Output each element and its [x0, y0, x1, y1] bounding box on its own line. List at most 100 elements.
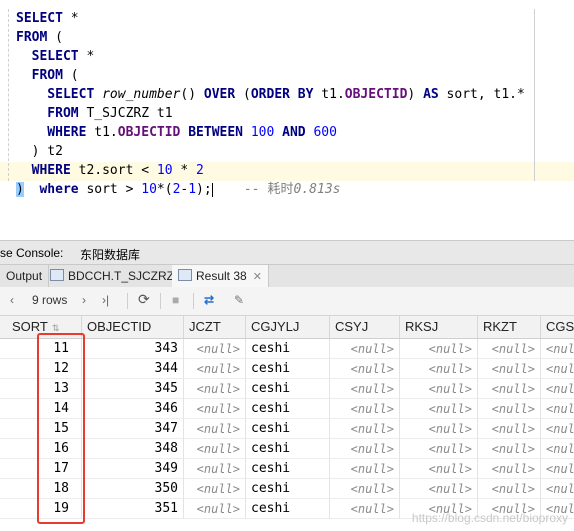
- table-cell[interactable]: <null>: [184, 459, 246, 479]
- table-cell[interactable]: ceshi: [246, 439, 330, 459]
- sort-icon[interactable]: ⇅: [52, 323, 60, 333]
- table-row[interactable]: 12344<null>ceshi<null><null><null><null>: [0, 359, 574, 379]
- table-cell[interactable]: <null>: [330, 379, 400, 399]
- table-cell[interactable]: 346: [82, 399, 184, 419]
- table-cell[interactable]: <null>: [541, 339, 574, 359]
- column-header[interactable]: CGS: [541, 316, 574, 338]
- table-cell[interactable]: <null>: [541, 399, 574, 419]
- column-header[interactable]: OBJECTID: [82, 316, 184, 338]
- table-cell[interactable]: <null>: [400, 359, 478, 379]
- table-cell[interactable]: 349: [82, 459, 184, 479]
- table-cell[interactable]: <null>: [184, 479, 246, 499]
- code-token: *: [172, 163, 197, 178]
- table-cell[interactable]: ceshi: [246, 499, 330, 519]
- table-cell[interactable]: 343: [82, 339, 184, 359]
- stop-icon[interactable]: ■: [172, 293, 179, 307]
- table-cell[interactable]: <null>: [541, 359, 574, 379]
- table-cell[interactable]: <null>: [400, 459, 478, 479]
- table-cell[interactable]: <null>: [400, 439, 478, 459]
- table-cell[interactable]: <null>: [184, 439, 246, 459]
- refresh-icon[interactable]: ⟳: [138, 291, 150, 308]
- db-console-tab[interactable]: 东阳数据库: [80, 246, 140, 263]
- table-cell[interactable]: <null>: [478, 459, 541, 479]
- table-cell[interactable]: <null>: [184, 359, 246, 379]
- table-cell[interactable]: <null>: [478, 479, 541, 499]
- tab-table[interactable]: BDCCH.T_SJCZRZ: [44, 265, 182, 287]
- table-row[interactable]: 17349<null>ceshi<null><null><null><null>: [0, 459, 574, 479]
- first-page-icon[interactable]: ‹: [10, 293, 14, 307]
- table-cell[interactable]: <null>: [478, 339, 541, 359]
- row-count[interactable]: 9 rows: [32, 293, 67, 307]
- table-cell[interactable]: <null>: [541, 419, 574, 439]
- table-cell[interactable]: <null>: [330, 399, 400, 419]
- code-token: );: [196, 182, 212, 197]
- column-header[interactable]: RKSJ: [400, 316, 478, 338]
- table-cell[interactable]: 344: [82, 359, 184, 379]
- table-cell[interactable]: <null>: [330, 339, 400, 359]
- table-cell[interactable]: ceshi: [246, 419, 330, 439]
- last-page-icon[interactable]: ›|: [102, 293, 109, 307]
- table-row[interactable]: 13345<null>ceshi<null><null><null><null>: [0, 379, 574, 399]
- table-cell[interactable]: <null>: [330, 419, 400, 439]
- table-cell[interactable]: <null>: [400, 339, 478, 359]
- result-grid[interactable]: SORT ⇅ OBJECTID JCZT CGJYLJ CSYJ RKSJ RKZT CGS 1…: [0, 316, 574, 531]
- table-cell[interactable]: <null>: [478, 399, 541, 419]
- table-cell[interactable]: <null>: [330, 439, 400, 459]
- table-cell[interactable]: <null>: [478, 419, 541, 439]
- table-cell[interactable]: <null>: [184, 339, 246, 359]
- table-cell[interactable]: <null>: [330, 479, 400, 499]
- table-cell[interactable]: <null>: [400, 379, 478, 399]
- pin-icon[interactable]: ✎: [234, 293, 244, 307]
- table-row[interactable]: 11343<null>ceshi<null><null><null><null>: [0, 339, 574, 359]
- table-cell[interactable]: 347: [82, 419, 184, 439]
- table-cell[interactable]: <null>: [330, 499, 400, 519]
- column-header[interactable]: RKZT: [478, 316, 541, 338]
- code-token: ORDER BY: [250, 87, 314, 102]
- table-icon: [50, 269, 64, 281]
- table-cell[interactable]: <null>: [184, 499, 246, 519]
- table-cell[interactable]: 348: [82, 439, 184, 459]
- table-cell[interactable]: ceshi: [246, 359, 330, 379]
- table-cell[interactable]: <null>: [478, 439, 541, 459]
- table-cell[interactable]: 351: [82, 499, 184, 519]
- table-row[interactable]: 14346<null>ceshi<null><null><null><null>: [0, 399, 574, 419]
- table-cell[interactable]: <null>: [541, 379, 574, 399]
- table-cell[interactable]: ceshi: [246, 379, 330, 399]
- table-cell[interactable]: <null>: [330, 359, 400, 379]
- table-cell[interactable]: <null>: [330, 459, 400, 479]
- table-cell[interactable]: <null>: [400, 399, 478, 419]
- code-token: (): [180, 87, 204, 102]
- sql-editor[interactable]: SELECT * FROM ( SELECT * FROM ( SELECT ro…: [0, 0, 574, 240]
- table-icon: [178, 269, 192, 281]
- table-row[interactable]: 16348<null>ceshi<null><null><null><null>: [0, 439, 574, 459]
- table-cell[interactable]: <null>: [541, 459, 574, 479]
- column-header[interactable]: CSYJ: [330, 316, 400, 338]
- column-header[interactable]: CGJYLJ: [246, 316, 330, 338]
- table-cell[interactable]: <null>: [184, 399, 246, 419]
- table-cell[interactable]: <null>: [184, 419, 246, 439]
- next-page-icon[interactable]: ›: [82, 293, 86, 307]
- table-row[interactable]: 18350<null>ceshi<null><null><null><null>: [0, 479, 574, 499]
- table-cell[interactable]: ceshi: [246, 479, 330, 499]
- column-header[interactable]: JCZT: [184, 316, 246, 338]
- table-cell[interactable]: <null>: [478, 379, 541, 399]
- table-cell[interactable]: 350: [82, 479, 184, 499]
- table-cell[interactable]: <null>: [541, 439, 574, 459]
- table-cell[interactable]: <null>: [400, 479, 478, 499]
- table-row[interactable]: 15347<null>ceshi<null><null><null><null>: [0, 419, 574, 439]
- code-token: AS: [423, 87, 439, 102]
- table-cell[interactable]: <null>: [478, 359, 541, 379]
- table-cell[interactable]: ceshi: [246, 399, 330, 419]
- table-cell[interactable]: <null>: [541, 479, 574, 499]
- close-icon[interactable]: ✕: [253, 271, 262, 283]
- transpose-icon[interactable]: ⇄: [204, 293, 214, 307]
- table-cell[interactable]: <null>: [184, 379, 246, 399]
- table-cell[interactable]: ceshi: [246, 459, 330, 479]
- table-cell[interactable]: ceshi: [246, 339, 330, 359]
- tab-result[interactable]: Result 38 ✕: [172, 265, 269, 287]
- table-cell[interactable]: 345: [82, 379, 184, 399]
- table-cell[interactable]: <null>: [400, 419, 478, 439]
- column-header-label: CGS: [546, 319, 574, 334]
- tab-output[interactable]: Output: [0, 265, 50, 287]
